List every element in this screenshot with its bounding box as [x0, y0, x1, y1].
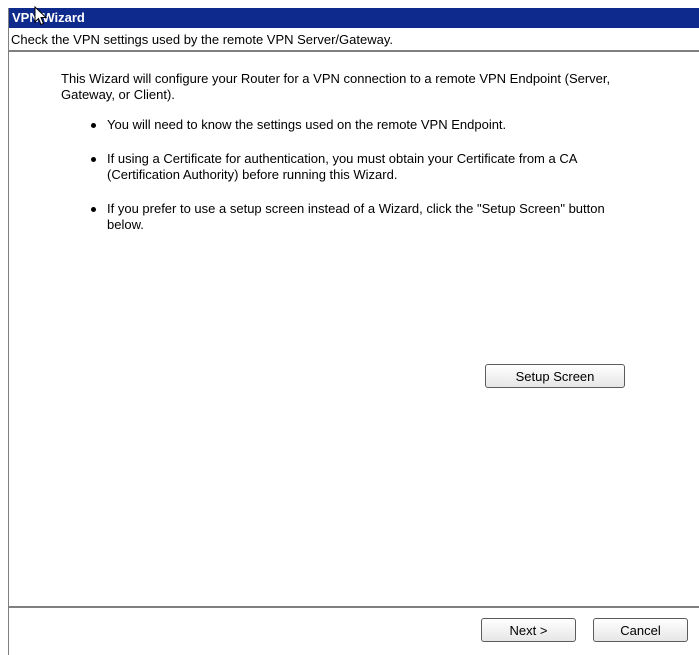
- list-item: You will need to know the settings used …: [79, 117, 639, 133]
- wizard-footer: Next > Cancel: [9, 606, 699, 655]
- intro-text: This Wizard will configure your Router f…: [61, 71, 611, 102]
- setup-screen-button[interactable]: Setup Screen: [485, 364, 625, 388]
- mouse-pointer-icon: [34, 6, 48, 26]
- list-item-text: You will need to know the settings used …: [107, 117, 507, 132]
- bullet-icon: [91, 157, 96, 162]
- window-title: VPN Wizard: [9, 8, 699, 28]
- wizard-content: This Wizard will configure your Router f…: [9, 54, 699, 614]
- list-item: If using a Certificate for authenticatio…: [79, 151, 639, 183]
- list-item-text: If using a Certificate for authenticatio…: [107, 151, 577, 182]
- list-item-text: If you prefer to use a setup screen inst…: [107, 201, 605, 232]
- vpn-wizard-window: VPN Wizard Check the VPN settings used b…: [8, 8, 699, 655]
- bullet-icon: [91, 207, 96, 212]
- page-subtitle: Check the VPN settings used by the remot…: [9, 28, 699, 52]
- bullet-list: You will need to know the settings used …: [79, 117, 639, 251]
- list-item: If you prefer to use a setup screen inst…: [79, 201, 639, 233]
- bullet-icon: [91, 123, 96, 128]
- next-button[interactable]: Next >: [481, 618, 576, 642]
- cancel-button[interactable]: Cancel: [593, 618, 688, 642]
